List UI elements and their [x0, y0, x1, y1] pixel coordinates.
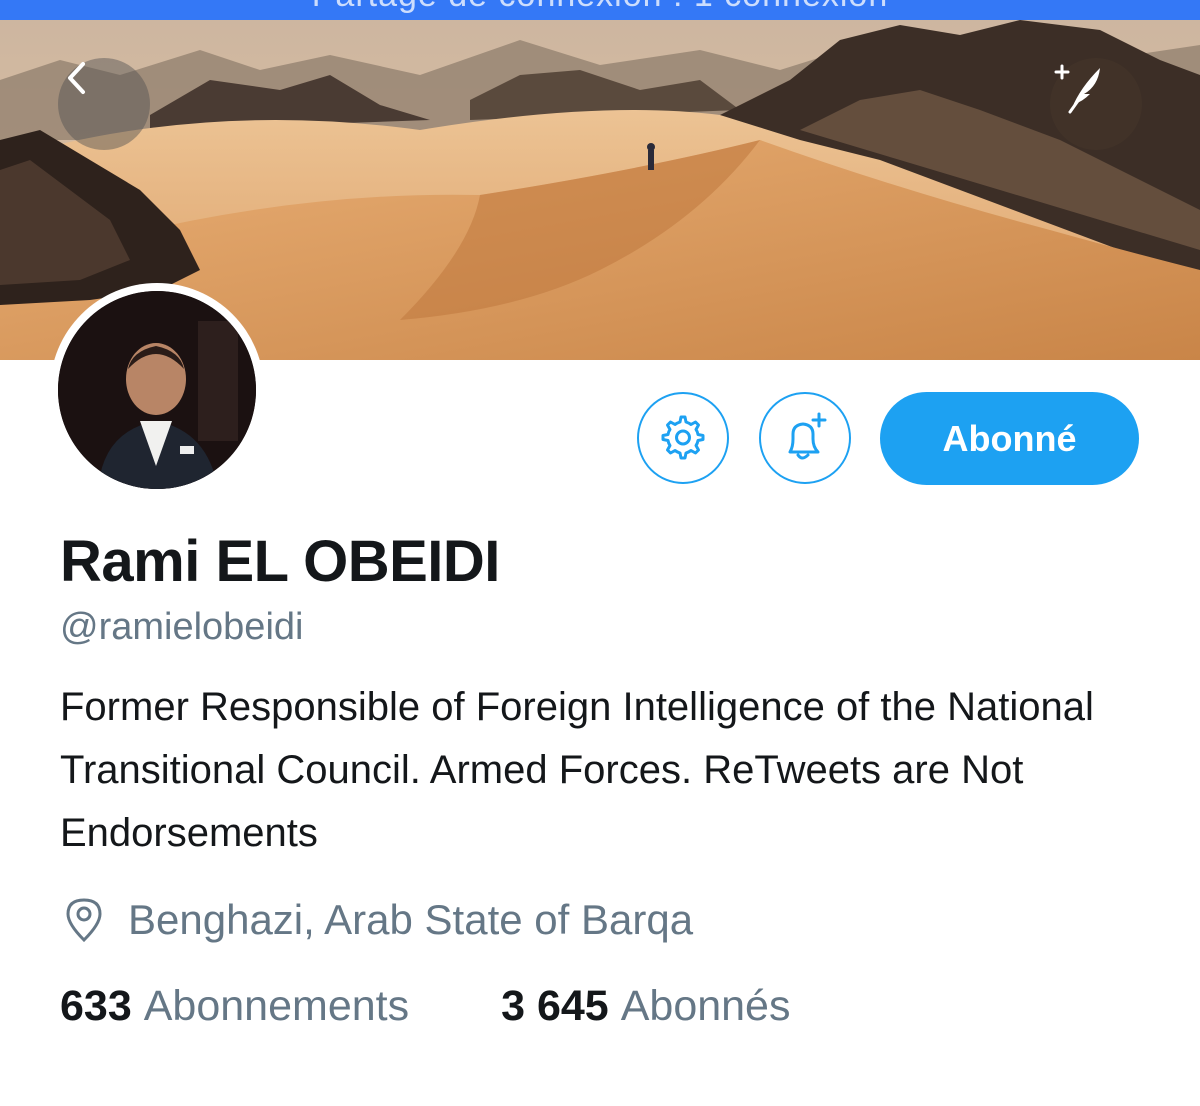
back-button[interactable] [58, 58, 150, 150]
hotspot-status-bar[interactable]: Partage de connexion : 1 connexion [0, 0, 1200, 20]
location-pin-icon [66, 898, 102, 943]
profile-avatar[interactable] [50, 283, 264, 497]
status-bar-text: Partage de connexion : 1 connexion [0, 0, 1200, 15]
location-text: Benghazi, Arab State of Barqa [128, 896, 694, 943]
profile-display-name: Rami EL OBEIDI [60, 529, 500, 594]
gear-icon [661, 415, 705, 460]
compose-tweet-button[interactable] [1050, 58, 1142, 150]
followers-label: Abonnés [620, 982, 791, 1030]
profile-handle: @ramielobeidi [60, 606, 304, 648]
followers-count: 3 645 [501, 982, 609, 1030]
compose-tweet-icon [1054, 64, 1100, 114]
profile-bio: Former Responsible of Foreign Intelligen… [60, 685, 1094, 855]
followers-stat[interactable]: 3 645 Abonnés [501, 982, 790, 1031]
following-label: Abonnements [143, 982, 410, 1030]
bell-plus-icon [788, 412, 827, 460]
avatar-photo [58, 291, 256, 489]
profile-location: Benghazi, Arab State of Barqa [62, 896, 693, 944]
chevron-left-icon [68, 62, 85, 94]
following-stat[interactable]: 633 Abonnements [60, 982, 409, 1031]
profile-stats: 633 Abonnements 3 645 Abonnés [60, 982, 790, 1031]
following-button[interactable]: Abonné [880, 392, 1139, 485]
notifications-button[interactable] [759, 392, 851, 484]
avatar [58, 291, 256, 489]
settings-button[interactable] [637, 392, 729, 484]
following-count: 633 [60, 982, 132, 1030]
